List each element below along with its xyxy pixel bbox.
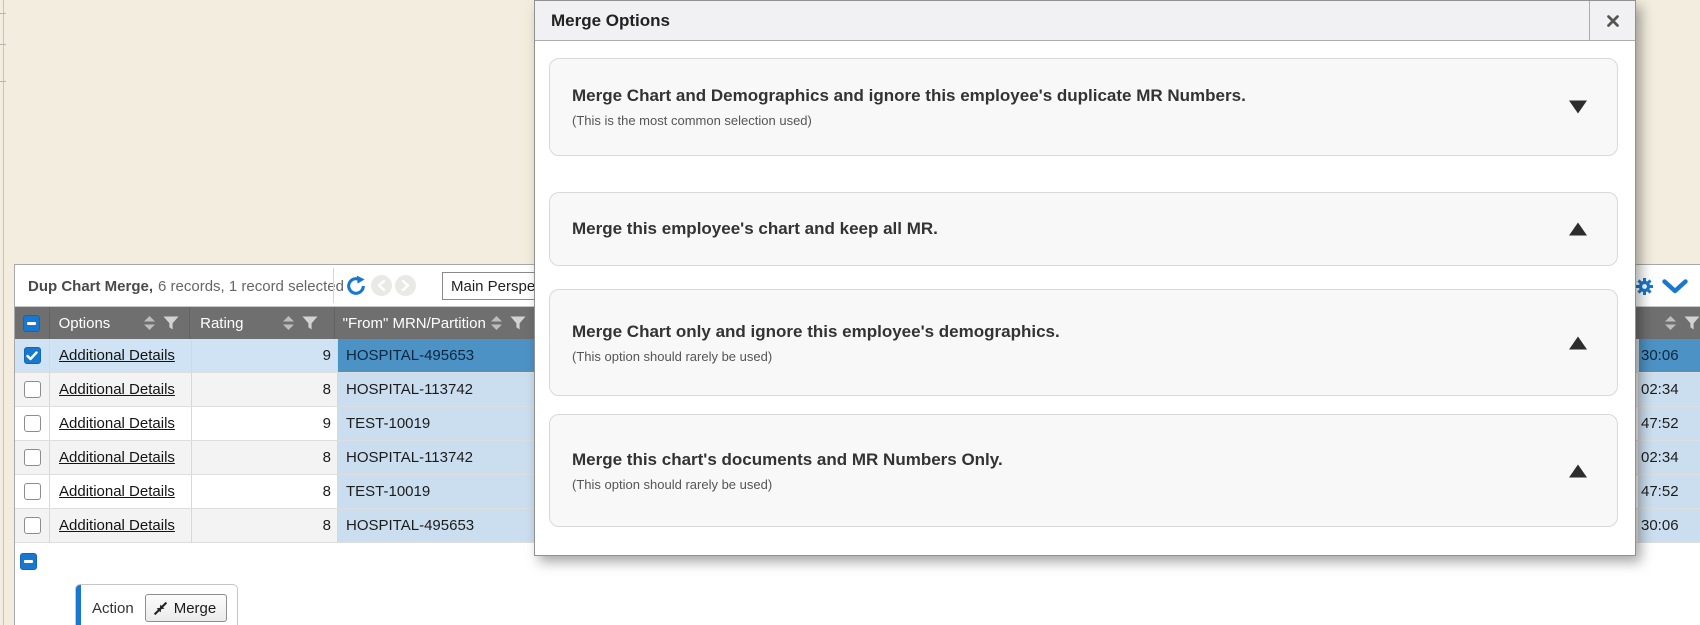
rating-cell: 8 [191, 509, 337, 542]
merge-option-chart-only[interactable]: Merge Chart only and ignore this employe… [549, 289, 1618, 396]
filter-icon[interactable] [163, 316, 179, 330]
chevron-left-icon [377, 280, 386, 291]
splitter-tick [0, 44, 6, 45]
select-all-checkbox-footer[interactable] [20, 553, 37, 570]
mrn-cell: TEST-10019 [337, 407, 542, 440]
dialog-header: Merge Options [535, 1, 1635, 41]
column-label: Options [59, 315, 111, 332]
option-title: Merge this employee's chart and keep all… [572, 219, 1527, 239]
time-cell: 47:52 [1638, 407, 1700, 440]
mrn-cell: HOSPITAL-495653 [337, 339, 542, 372]
row-checkbox[interactable] [24, 381, 41, 398]
rating-cell: 8 [191, 373, 337, 406]
column-label: "From" MRN/Partition [343, 315, 486, 332]
grid-title: Dup Chart Merge,6 records, 1 record sele… [28, 265, 344, 307]
rating-cell: 9 [191, 407, 337, 440]
row-checkbox[interactable] [24, 415, 41, 432]
column-label: Rating [200, 315, 243, 332]
additional-details-link[interactable]: Additional Details [59, 347, 175, 364]
merge-button-label: Merge [174, 600, 217, 617]
select-all-checkbox[interactable] [23, 315, 40, 332]
close-button[interactable] [1589, 1, 1635, 40]
merge-arrows-icon [153, 601, 168, 616]
chevron-up-icon[interactable] [1569, 464, 1587, 477]
time-cell: 30:06 [1638, 509, 1700, 542]
additional-details-link[interactable]: Additional Details [59, 483, 175, 500]
row-checkbox[interactable] [24, 517, 41, 534]
close-icon [1606, 14, 1620, 28]
panel-splitter[interactable] [3, 0, 4, 625]
mrn-cell: HOSPITAL-495653 [337, 509, 542, 542]
additional-details-link[interactable]: Additional Details [59, 449, 175, 466]
filter-icon[interactable] [302, 316, 318, 330]
previous-page-button[interactable] [371, 275, 392, 296]
merge-option-chart-and-demographics[interactable]: Merge Chart and Demographics and ignore … [549, 58, 1618, 156]
row-checkbox[interactable] [24, 347, 41, 364]
sort-icon[interactable] [282, 316, 295, 330]
chevron-down-icon[interactable] [1569, 101, 1587, 114]
dialog-title: Merge Options [535, 1, 1589, 40]
merge-option-keep-all-mr[interactable]: Merge this employee's chart and keep all… [549, 192, 1618, 266]
merge-options-dialog: Merge Options Merge Chart and Demographi… [534, 0, 1636, 556]
sort-icon[interactable] [490, 316, 503, 330]
merge-button[interactable]: Merge [145, 594, 228, 622]
splitter-tick [0, 13, 6, 14]
sort-icon[interactable] [1664, 316, 1677, 330]
mrn-cell: HOSPITAL-113742 [337, 441, 542, 474]
check-icon [26, 351, 38, 361]
filter-icon[interactable] [510, 316, 526, 330]
rating-cell: 8 [191, 475, 337, 508]
sort-icon[interactable] [143, 316, 156, 330]
mrn-cell: TEST-10019 [337, 475, 542, 508]
action-label: Action [92, 600, 134, 617]
splitter-tick [0, 81, 6, 82]
dialog-body: Merge Chart and Demographics and ignore … [535, 58, 1635, 527]
rating-cell: 8 [191, 441, 337, 474]
additional-details-link[interactable]: Additional Details [59, 381, 175, 398]
row-checkbox[interactable] [24, 449, 41, 466]
next-page-button[interactable] [395, 275, 416, 296]
option-subtitle: (This option should rarely be used) [572, 349, 1527, 364]
action-panel: Action Merge [75, 584, 238, 625]
time-cell: 30:06 [1638, 339, 1700, 372]
additional-details-link[interactable]: Additional Details [59, 517, 175, 534]
chevron-up-icon[interactable] [1569, 223, 1587, 236]
time-cell: 02:34 [1638, 373, 1700, 406]
additional-details-link[interactable]: Additional Details [59, 415, 175, 432]
gear-icon[interactable] [1636, 278, 1653, 295]
chevron-down-icon[interactable] [1662, 279, 1688, 294]
filter-icon[interactable] [1684, 316, 1700, 330]
mrn-cell: HOSPITAL-113742 [337, 373, 542, 406]
merge-option-documents-and-mr-only[interactable]: Merge this chart's documents and MR Numb… [549, 414, 1618, 527]
toolbar-divider [333, 268, 334, 303]
rating-cell: 9 [191, 339, 337, 372]
time-cell: 47:52 [1638, 475, 1700, 508]
option-subtitle: (This option should rarely be used) [572, 477, 1527, 492]
column-header-options[interactable]: Options [49, 307, 190, 339]
option-title: Merge Chart and Demographics and ignore … [572, 86, 1527, 106]
option-title: Merge this chart's documents and MR Numb… [572, 450, 1527, 470]
column-header-mrn[interactable]: "From" MRN/Partition [334, 307, 537, 339]
chevron-right-icon [401, 280, 410, 291]
time-cell: 02:34 [1638, 441, 1700, 474]
option-subtitle: (This is the most common selection used) [572, 113, 1527, 128]
column-header-rating[interactable]: Rating [189, 307, 334, 339]
refresh-icon[interactable] [345, 275, 367, 297]
row-checkbox[interactable] [24, 483, 41, 500]
chevron-up-icon[interactable] [1569, 336, 1587, 349]
option-title: Merge Chart only and ignore this employe… [572, 322, 1527, 342]
